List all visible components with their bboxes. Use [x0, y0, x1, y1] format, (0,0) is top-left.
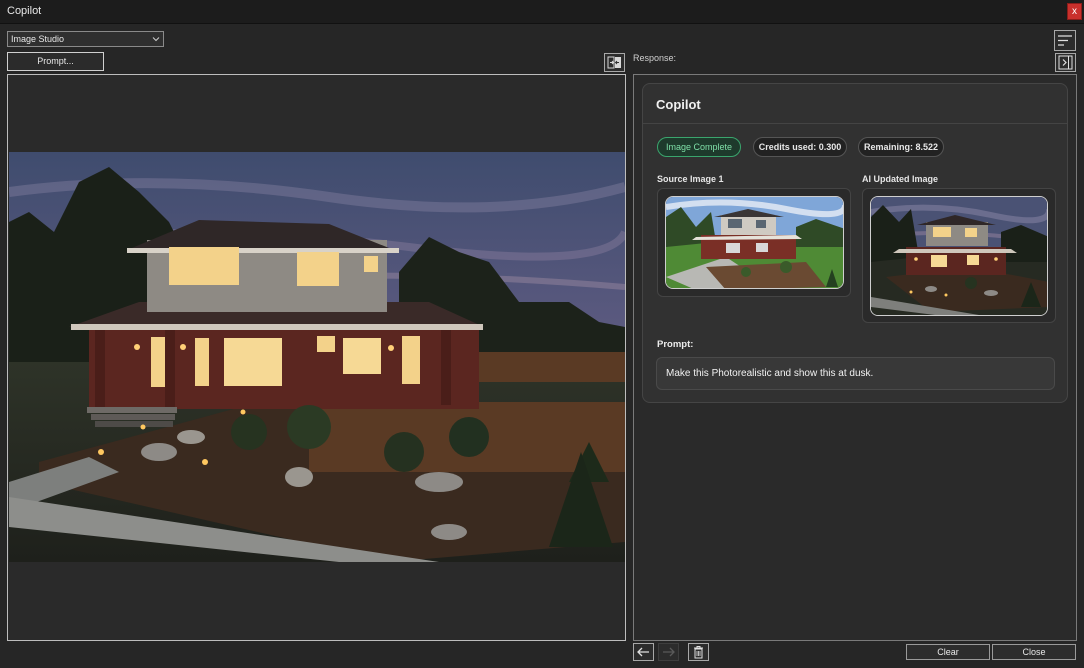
- forward-button[interactable]: [658, 643, 679, 661]
- mode-dropdown-value: Image Studio: [11, 34, 65, 44]
- delete-button[interactable]: [688, 643, 709, 661]
- prompt-text-box: Make this Photorealistic and show this a…: [656, 357, 1055, 390]
- collapse-panel-button[interactable]: [1055, 53, 1076, 72]
- card-divider: [643, 123, 1067, 124]
- title-bar: Copilot x: [0, 0, 1084, 24]
- window-close-button[interactable]: x: [1067, 3, 1082, 20]
- arrow-left-icon: [637, 647, 649, 657]
- prompt-label: Prompt:: [657, 339, 694, 350]
- copilot-response-card: Copilot Image Complete Credits used: 0.3…: [642, 83, 1068, 403]
- response-panel: Copilot Image Complete Credits used: 0.3…: [633, 74, 1077, 641]
- source-house-image: [666, 197, 843, 288]
- arrow-right-icon: [663, 647, 675, 657]
- close-button[interactable]: Close: [992, 644, 1076, 660]
- status-badge: Image Complete: [657, 137, 741, 157]
- swap-panels-button[interactable]: [604, 53, 625, 72]
- trash-icon: [694, 646, 703, 659]
- remaining-credits-badge: Remaining: 8.522: [858, 137, 944, 157]
- window-title: Copilot: [7, 5, 42, 17]
- credits-used-badge: Credits used: 0.300: [753, 137, 847, 157]
- menu-button[interactable]: [1054, 30, 1076, 51]
- ai-house-image: [871, 197, 1047, 315]
- response-label: Response:: [633, 53, 677, 63]
- ai-image-container: [862, 188, 1056, 323]
- collapse-panel-icon: [1058, 55, 1073, 70]
- ai-image-thumbnail[interactable]: [870, 196, 1048, 316]
- hamburger-menu-icon: [1058, 35, 1072, 46]
- prompt-button[interactable]: Prompt...: [7, 52, 104, 71]
- image-canvas[interactable]: [7, 74, 626, 641]
- source-image-thumbnail[interactable]: [665, 196, 844, 289]
- back-button[interactable]: [633, 643, 654, 661]
- source-image-container: [657, 188, 851, 297]
- clear-button[interactable]: Clear: [906, 644, 990, 660]
- swap-panels-icon: [607, 56, 621, 69]
- card-title: Copilot: [656, 97, 701, 112]
- mode-dropdown[interactable]: Image Studio: [7, 31, 164, 47]
- chevron-down-icon: [152, 37, 160, 42]
- ai-image-label: AI Updated Image: [862, 174, 939, 184]
- main-house-image: [9, 152, 625, 562]
- source-image-label: Source Image 1: [657, 174, 724, 184]
